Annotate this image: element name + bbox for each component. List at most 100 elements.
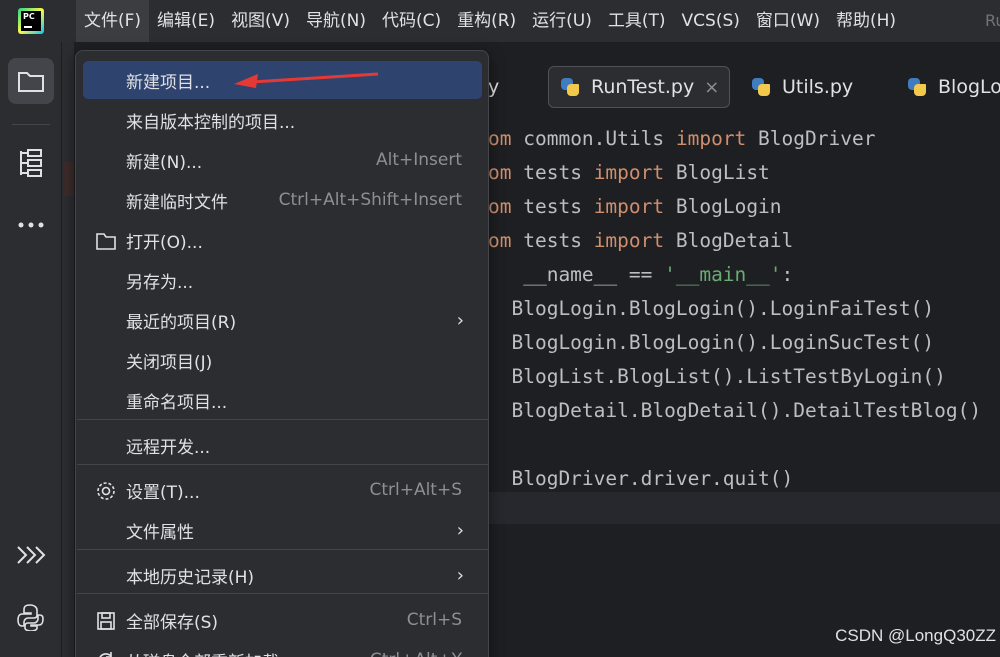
menu-item-label: 另存为... (126, 272, 194, 293)
code-line: BlogDetail.BlogDetail().DetailTestBlog() (488, 394, 981, 428)
file-menu-item[interactable]: 最近的项目(R) › (83, 301, 482, 339)
tab-label: Utils.py (782, 76, 854, 98)
pycharm-logo-icon[interactable]: PC (18, 8, 44, 34)
code-token: import (675, 127, 759, 150)
expand-icon (17, 546, 46, 564)
python-console-button[interactable] (8, 594, 54, 640)
tab-utils[interactable]: Utils.py (750, 66, 853, 108)
code-token: BlogList (675, 161, 770, 184)
tab-bloglog[interactable]: BlogLog (906, 66, 1000, 108)
file-menu-item[interactable]: 另存为... (83, 261, 482, 299)
project-tool-button[interactable] (8, 58, 54, 104)
menu-item[interactable]: 工具(T) (600, 0, 674, 42)
file-menu-item[interactable]: 远程开发... (83, 426, 482, 464)
structure-icon (20, 149, 42, 177)
code-token: BlogDriver (758, 127, 876, 150)
menu-item[interactable]: 编辑(E) (149, 0, 223, 42)
code-token: BlogLogin.BlogLogin().LoginFaiTest() (488, 297, 935, 320)
menu-item-label: 来自版本控制的项目... (126, 112, 296, 133)
more-icon (18, 222, 44, 228)
run-config-label[interactable]: Ru (985, 0, 1000, 42)
file-menu-item[interactable]: 设置(T)... Ctrl+Alt+S (83, 471, 482, 509)
menu-item[interactable]: 文件(F) (76, 0, 150, 42)
code-token: BlogDriver.driver.quit() (488, 467, 794, 490)
menu-item[interactable]: 帮助(H) (828, 0, 904, 42)
folder-icon (96, 233, 116, 250)
menu-item-label: 新建(N)... (126, 152, 203, 173)
menu-separator (77, 419, 489, 420)
python-console-icon (17, 604, 44, 631)
tab-runtest[interactable]: RunTest.py × (548, 66, 731, 108)
structure-tool-button[interactable] (8, 140, 54, 186)
code-line: __name__ == '__main__': (488, 258, 793, 292)
chevron-right-icon: › (456, 564, 464, 586)
code-token: tests (523, 195, 594, 218)
code-token: BlogLogin (675, 195, 782, 218)
gear-icon (97, 482, 115, 500)
code-line: om tests import BlogDetail (488, 224, 793, 258)
code-token: import (593, 161, 676, 184)
code-token: BlogDetail.BlogDetail().DetailTestBlog() (488, 399, 982, 422)
menu-item-label: 新建项目... (126, 72, 211, 93)
menu-item-label: 本地历史记录(H) (126, 567, 255, 588)
code-token: '__main__' (664, 263, 782, 286)
tab-label: y (488, 76, 500, 98)
file-menu-item[interactable]: 新建临时文件 Ctrl+Alt+Shift+Insert (83, 181, 482, 219)
expand-tools-button[interactable] (8, 532, 54, 578)
file-menu-item[interactable]: 从磁盘全部重新加载 Ctrl+Alt+Y (83, 641, 482, 657)
code-token: tests (523, 229, 594, 252)
code-token: : (781, 263, 794, 286)
file-menu-item[interactable]: 来自版本控制的项目... (83, 101, 482, 139)
menu-item-shortcut: Ctrl+Alt+S (369, 480, 462, 500)
more-tools-button[interactable] (8, 202, 54, 248)
menu-item[interactable]: 视图(V) (223, 0, 298, 42)
file-menu-item[interactable]: 打开(O)... (83, 221, 482, 259)
file-menu-item[interactable]: 重命名项目... (83, 381, 482, 419)
watermark: CSDN @LongQ30ZZ (835, 626, 996, 645)
menu-item[interactable]: 运行(U) (524, 0, 600, 42)
menu-item-label: 全部保存(S) (126, 612, 219, 633)
code-token: om (488, 127, 524, 150)
python-file-icon (750, 76, 772, 98)
menu-item-shortcut: Alt+Insert (375, 150, 462, 170)
save-icon (97, 612, 115, 630)
folder-icon (18, 72, 44, 92)
menu-item-label: 从磁盘全部重新加载 (126, 648, 279, 657)
file-menu-item[interactable]: 全部保存(S) Ctrl+S (83, 601, 482, 639)
menu-item[interactable]: 导航(N) (298, 0, 374, 42)
strip-divider (12, 124, 50, 125)
file-menu-item[interactable]: 新建(N)... Alt+Insert (83, 141, 482, 179)
code-token: om (488, 229, 524, 252)
code-token: __name__ == (488, 263, 665, 286)
project-panel (62, 42, 74, 657)
chevron-right-icon: › (456, 309, 464, 331)
editor-tab-bar: y RunTest.py × Utils.py BlogLog (488, 42, 1000, 128)
close-icon[interactable]: × (704, 77, 719, 98)
tab-previous[interactable]: y (488, 66, 499, 108)
python-file-icon (906, 76, 928, 98)
code-line: BlogLogin.BlogLogin().LoginFaiTest() (488, 292, 934, 326)
code-line: BlogDriver.driver.quit() (488, 462, 793, 496)
code-line: BlogList.BlogList().ListTestByLogin() (488, 360, 945, 394)
file-menu-item[interactable]: 本地历史记录(H) › (83, 556, 482, 594)
editor-area: y RunTest.py × Utils.py BlogLog om commo… (488, 42, 1000, 657)
menu-item[interactable]: 代码(C) (374, 0, 449, 42)
file-menu-item[interactable]: 文件属性 › (83, 511, 482, 549)
menu-item-label: 新建临时文件 (126, 192, 228, 213)
menu-item[interactable]: VCS(S) (674, 0, 748, 42)
reload-icon (99, 652, 112, 657)
code-token: import (593, 195, 676, 218)
menu-item[interactable]: 窗口(W) (748, 0, 828, 42)
menu-item[interactable]: 重构(R) (449, 0, 524, 42)
code-line: om tests import BlogList (488, 156, 770, 190)
current-line-highlight (488, 492, 1000, 524)
menu-item-label: 最近的项目(R) (126, 312, 237, 333)
menu-bar: PC 文件(F) 编辑(E) 视图(V) 导航(N) 代码(C) 重构(R) 运行(U) 工具… (0, 0, 1000, 42)
code-token: BlogDetail (675, 229, 794, 252)
code-token: BlogLogin.BlogLogin().LoginSucTest() (488, 331, 935, 354)
menu-item-label: 关闭项目(J) (126, 352, 213, 373)
menu-item-label: 重命名项目... (126, 392, 228, 413)
menu-item-label: 打开(O)... (126, 232, 203, 253)
file-menu-item[interactable]: 关闭项目(J) (83, 341, 482, 379)
code-token: om (488, 161, 524, 184)
